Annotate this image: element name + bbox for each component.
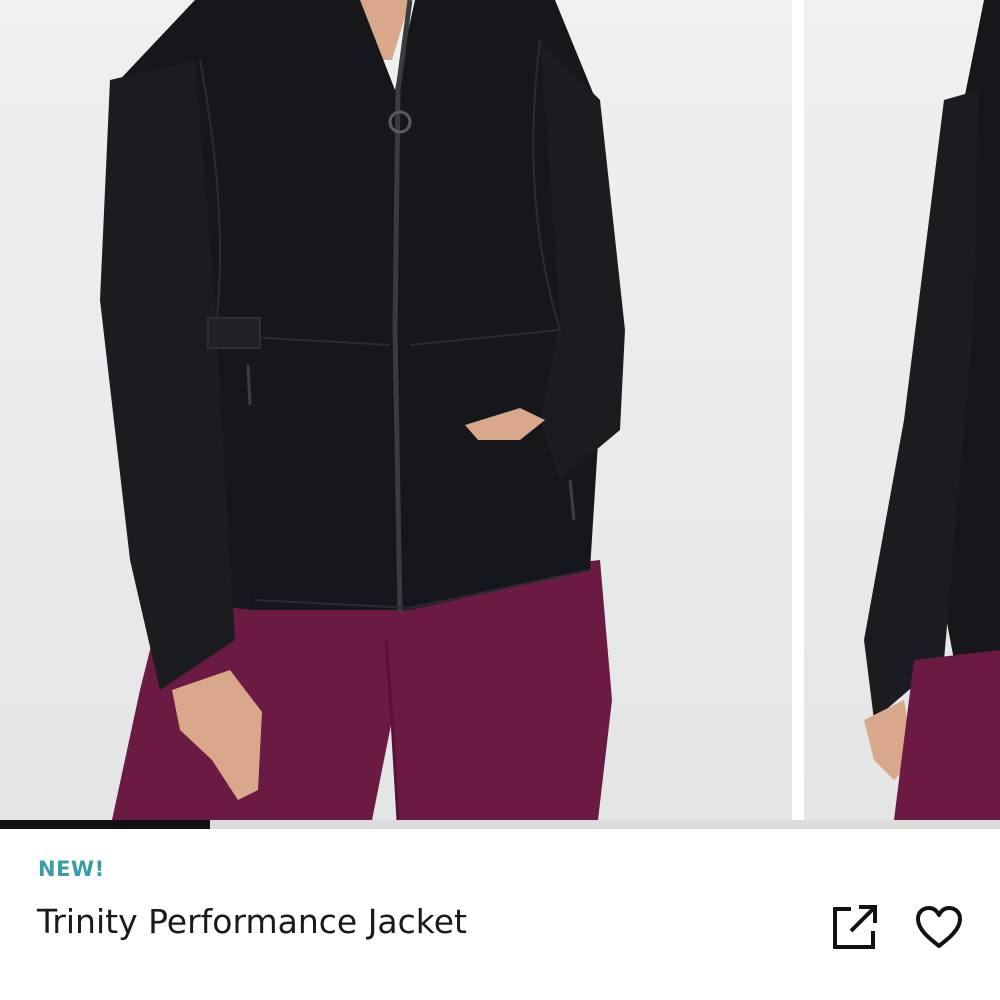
share-button[interactable] [829, 901, 881, 953]
share-external-icon [833, 905, 877, 949]
favorite-button[interactable] [913, 901, 965, 953]
product-image-gallery[interactable] [0, 0, 1000, 820]
heart-outline-icon [916, 906, 962, 948]
product-image-side[interactable] [804, 0, 1000, 820]
product-image-front[interactable] [0, 0, 792, 820]
gallery-progress-indicator [0, 820, 210, 829]
jacket-front-illustration [100, 0, 625, 820]
new-badge: NEW! [38, 857, 105, 881]
jacket-side-illustration [864, 0, 1000, 820]
gallery-progress-bar [0, 820, 1000, 829]
product-title: Trinity Performance Jacket [37, 902, 467, 941]
